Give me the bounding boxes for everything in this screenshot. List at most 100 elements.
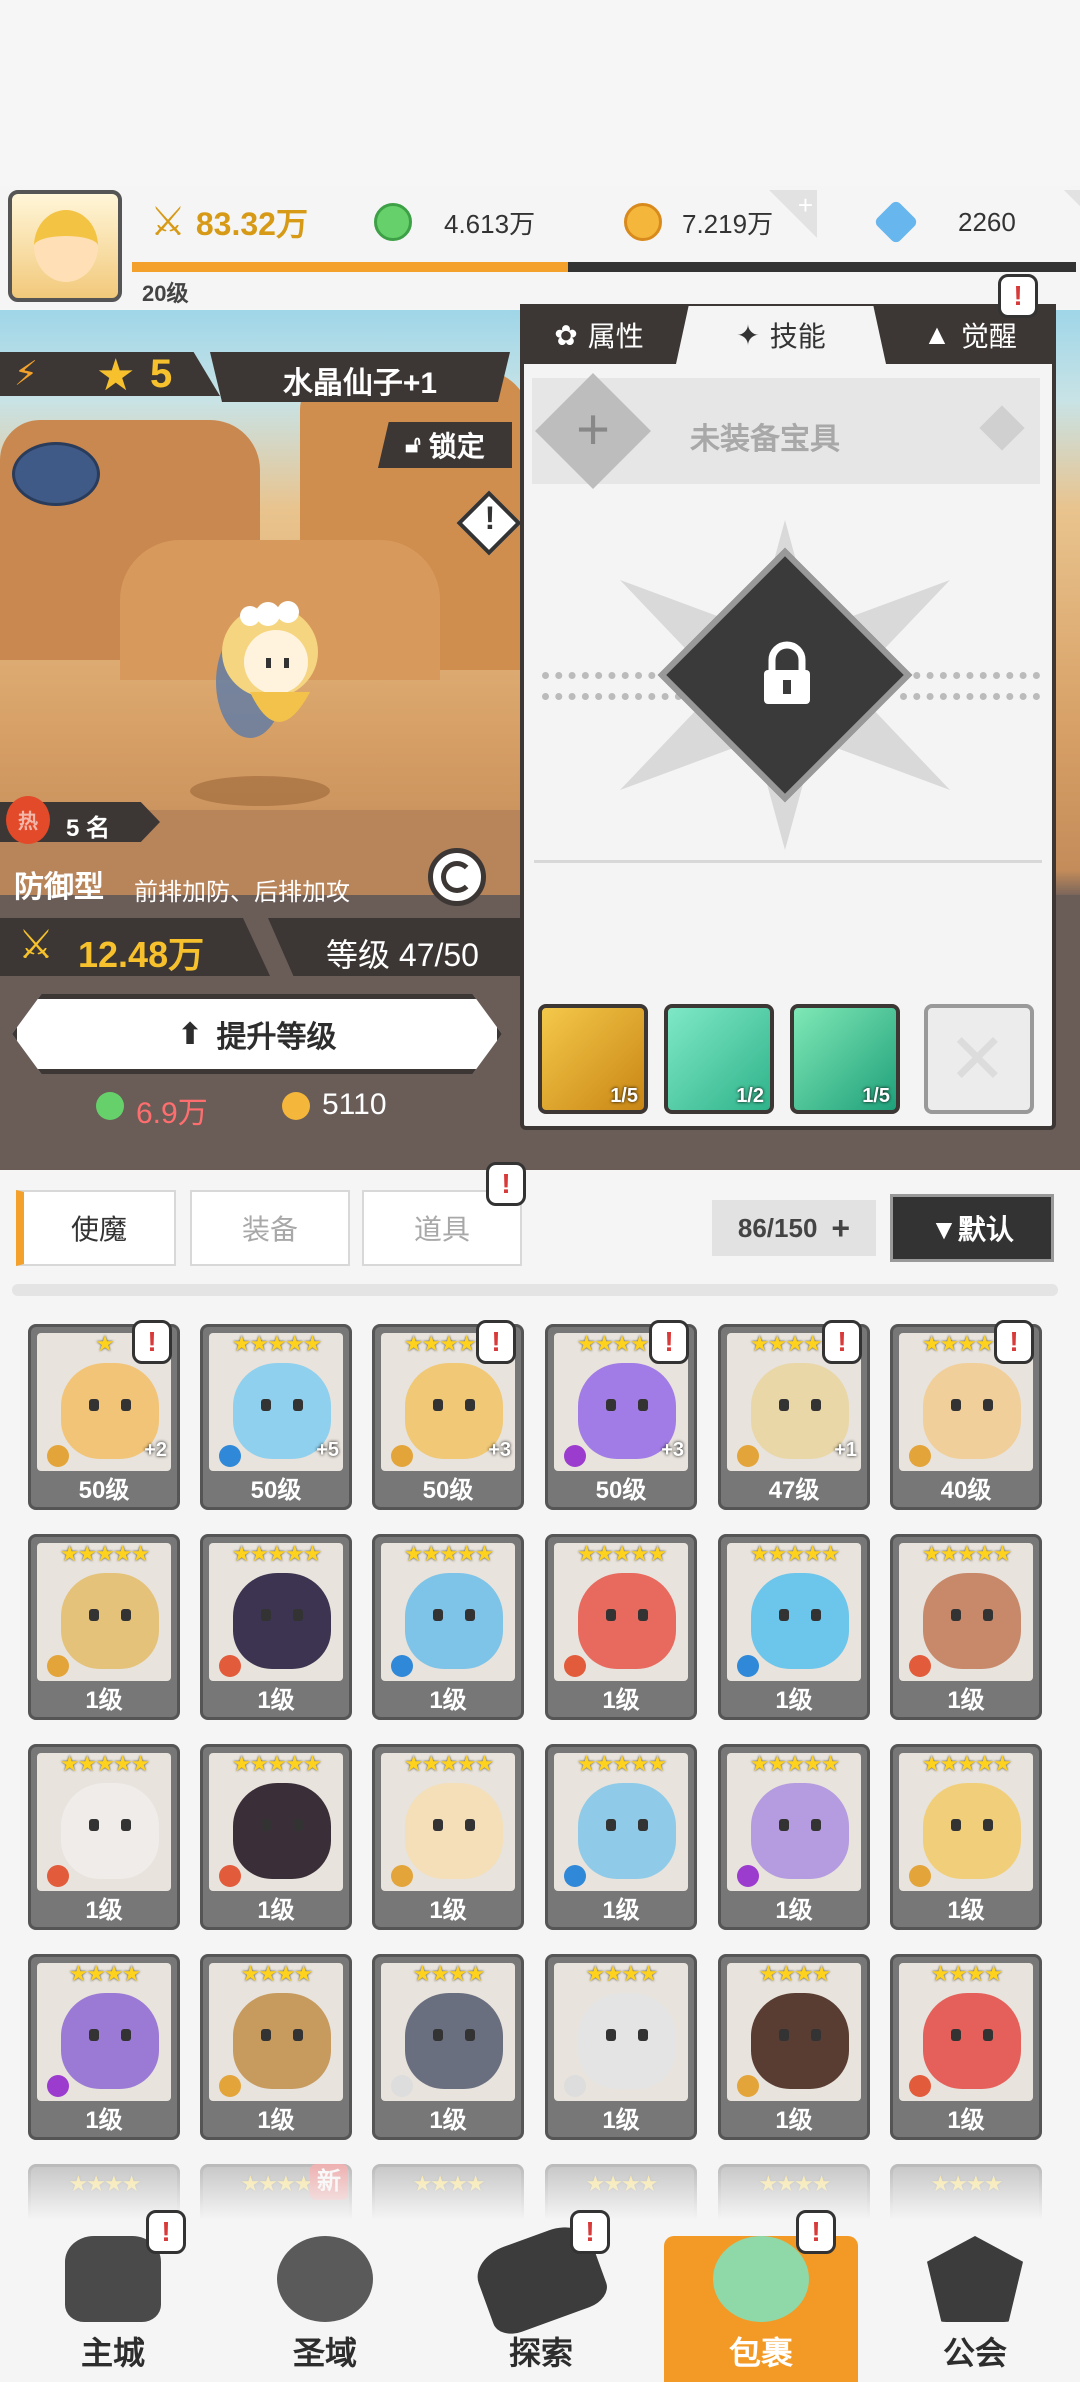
element-icon bbox=[391, 1655, 413, 1677]
nav-bag[interactable]: 包裹 bbox=[676, 2236, 846, 2382]
sort-dropdown[interactable]: ▼默认 bbox=[890, 1194, 1054, 1262]
familiar-level: 1级 bbox=[602, 1687, 640, 1714]
gem-value: 2260 bbox=[958, 206, 1016, 237]
familiar-eye bbox=[983, 1609, 993, 1621]
green-currency: 4.613万 bbox=[374, 196, 535, 248]
familiar-card[interactable]: ★★★★ 1级 bbox=[545, 1954, 697, 2140]
hero-skill-badge-icon[interactable] bbox=[12, 442, 100, 506]
familiar-card[interactable]: ★★★★★ 1级 bbox=[890, 1744, 1042, 1930]
familiar-eye bbox=[638, 1819, 648, 1831]
green-orb-icon bbox=[96, 1092, 124, 1120]
element-icon bbox=[47, 1655, 69, 1677]
element-icon bbox=[737, 2075, 759, 2097]
crossed-swords-icon: ⚔ bbox=[18, 923, 54, 967]
nav-guild[interactable]: 公会 bbox=[890, 2236, 1060, 2382]
green-currency-value: 4.613万 bbox=[444, 208, 536, 239]
familiar-plus: +3 bbox=[661, 1439, 684, 1461]
tab-familiars[interactable]: 使魔 bbox=[16, 1190, 176, 1266]
familiar-notice-icon: ! bbox=[476, 1320, 516, 1364]
expand-capacity-button[interactable]: + bbox=[831, 1210, 850, 1247]
hero-sprite[interactable] bbox=[190, 592, 350, 762]
capacity-box: 86/150 + bbox=[712, 1200, 876, 1256]
familiar-stars: ★★★★★ bbox=[749, 1541, 841, 1566]
explore-notice-icon: ! bbox=[570, 2210, 610, 2254]
familiar-plus: +5 bbox=[316, 1439, 339, 1461]
guild-helmet-icon bbox=[927, 2236, 1023, 2322]
familiar-sprite bbox=[405, 1993, 503, 2089]
familiar-card[interactable]: ★★★★★ 1级 bbox=[545, 1744, 697, 1930]
familiar-eye bbox=[89, 1819, 99, 1831]
familiar-card[interactable]: ★★★★ 1级 bbox=[890, 1954, 1042, 2140]
familiar-card[interactable]: ★★★★★ +5 50级 bbox=[200, 1324, 352, 1510]
level-up-button[interactable]: ⬆ 提升等级 bbox=[12, 994, 502, 1074]
tab-attributes[interactable]: ✿ 属性 bbox=[524, 306, 674, 364]
skill-slot-3[interactable]: 1/5 bbox=[790, 1004, 900, 1114]
hero-star-count: 5 bbox=[150, 352, 173, 396]
rotate-icon bbox=[441, 861, 473, 893]
familiar-stars: ★★★★ bbox=[412, 1961, 486, 1986]
skill-slot-2[interactable]: 1/2 bbox=[664, 1004, 774, 1114]
familiar-card[interactable]: ★★★★ 1级 bbox=[372, 1954, 524, 2140]
familiar-card[interactable]: ★★★★★ 1级 bbox=[28, 1744, 180, 1930]
tab-equipment[interactable]: 装备 bbox=[190, 1190, 350, 1266]
familiar-stars: ★★★★★ bbox=[403, 1751, 495, 1776]
nav-explore[interactable]: 探索 bbox=[456, 2218, 626, 2382]
familiar-eye bbox=[293, 1609, 303, 1621]
familiar-sprite bbox=[751, 1573, 849, 1669]
familiar-stars: ★★★★★ bbox=[749, 1751, 841, 1776]
familiar-plus: +3 bbox=[488, 1439, 511, 1461]
familiar-level: 1级 bbox=[85, 2107, 123, 2134]
skill-slot-1[interactable]: 1/5 bbox=[538, 1004, 648, 1114]
awaken-notice-icon: ! bbox=[998, 274, 1038, 318]
familiar-card[interactable]: ★★★★ 1级 bbox=[200, 1954, 352, 2140]
familiar-card[interactable]: ★★★★★ 1级 bbox=[718, 1744, 870, 1930]
familiar-eye bbox=[951, 2029, 961, 2041]
familiar-eye bbox=[983, 1399, 993, 1411]
element-icon bbox=[564, 1655, 586, 1677]
familiar-card[interactable]: ★★★★★ 1级 bbox=[28, 1534, 180, 1720]
familiar-stars: ★★★★★ bbox=[576, 1751, 668, 1776]
tab-skills[interactable]: ✦ 技能 bbox=[676, 306, 886, 364]
unlock-icon: 🔓︎ bbox=[405, 431, 421, 458]
familiar-eye bbox=[89, 2029, 99, 2041]
familiar-eye bbox=[983, 2029, 993, 2041]
familiar-notice-icon: ! bbox=[822, 1320, 862, 1364]
familiar-card[interactable]: ★★★★ 1级 bbox=[28, 1954, 180, 2140]
tab-attributes-label: 属性 bbox=[587, 321, 644, 352]
familiar-card[interactable]: ★★★★★ 1级 bbox=[200, 1744, 352, 1930]
scene-bottom-band bbox=[0, 1130, 1080, 1170]
familiar-sprite bbox=[578, 1993, 676, 2089]
familiar-sprite bbox=[578, 1573, 676, 1669]
familiar-card[interactable]: ★★★★★ 1级 bbox=[372, 1534, 524, 1720]
lock-button[interactable]: 🔓︎ 锁定 bbox=[378, 422, 512, 468]
familiar-eye bbox=[606, 1609, 616, 1621]
tab-skills-label: 技能 bbox=[769, 321, 826, 352]
swirl-icon bbox=[277, 2236, 373, 2322]
element-icon bbox=[737, 1655, 759, 1677]
nav-sanctuary[interactable]: 圣域 bbox=[240, 2236, 410, 2382]
familiar-stars: ★★★★★ bbox=[921, 1541, 1013, 1566]
upgrade-cost-green: 6.9万 bbox=[136, 1097, 208, 1130]
familiar-sprite bbox=[405, 1783, 503, 1879]
familiar-level: 1级 bbox=[775, 1897, 813, 1924]
familiar-sprite bbox=[233, 1783, 331, 1879]
rotate-view-button[interactable] bbox=[428, 848, 486, 906]
familiar-card[interactable]: ★★★★★ 1级 bbox=[545, 1534, 697, 1720]
familiar-level: 1级 bbox=[257, 1897, 295, 1924]
skill-count: 1/2 bbox=[736, 1085, 764, 1107]
familiar-level: 1级 bbox=[775, 1687, 813, 1714]
list-divider bbox=[12, 1284, 1058, 1296]
familiar-card[interactable]: ★★★★★ 1级 bbox=[890, 1534, 1042, 1720]
familiar-stars: ★★★★★ bbox=[59, 1541, 151, 1566]
player-avatar[interactable] bbox=[8, 190, 122, 302]
crossed-swords-icon: ⚔ bbox=[150, 200, 186, 244]
familiar-card[interactable]: ★★★★ 1级 bbox=[718, 1954, 870, 2140]
nav-label: 探索 bbox=[508, 2335, 573, 2371]
familiar-card[interactable]: ★★★★★ 1级 bbox=[718, 1534, 870, 1720]
familiar-card[interactable]: ★★★★★ 1级 bbox=[372, 1744, 524, 1930]
nav-main-city[interactable]: 主城 bbox=[28, 2236, 198, 2382]
familiar-card[interactable]: ★★★★★ 1级 bbox=[200, 1534, 352, 1720]
element-icon bbox=[564, 2075, 586, 2097]
familiar-eye bbox=[606, 1819, 616, 1831]
element-icon bbox=[219, 2075, 241, 2097]
